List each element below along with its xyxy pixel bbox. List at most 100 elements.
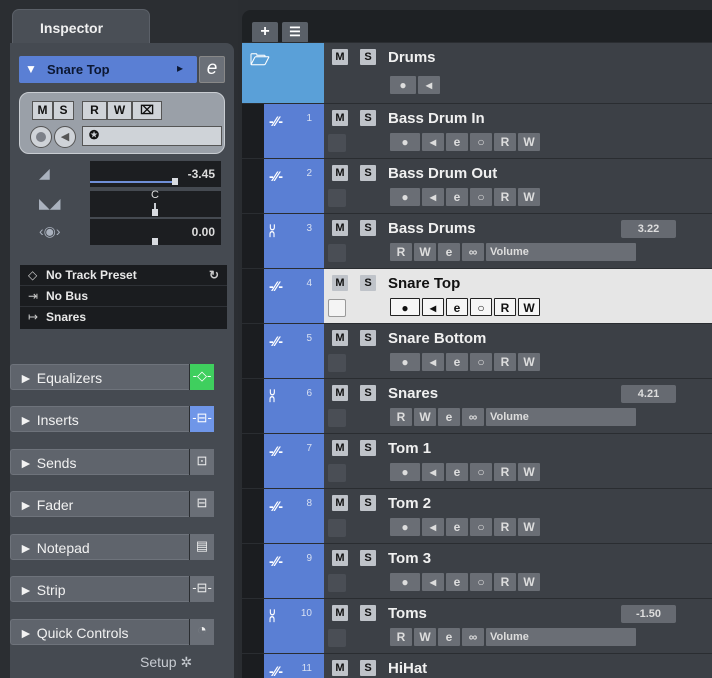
track-checkbox[interactable] bbox=[328, 244, 346, 262]
track-row-1[interactable]: -⁄⁄- 1 M S Bass Drum In ● ◂ e ○ R W bbox=[242, 103, 712, 158]
read-button[interactable]: R bbox=[494, 573, 516, 591]
freeze-icon[interactable]: ⌧ bbox=[132, 101, 162, 120]
expand-arrow-icon[interactable]: ▸ bbox=[177, 61, 183, 75]
solo-button[interactable]: S bbox=[360, 550, 376, 566]
input-bus-row[interactable]: ⇥ No Bus bbox=[20, 286, 227, 307]
output-bus-row[interactable]: ↦ Snares bbox=[20, 307, 227, 327]
mute-button[interactable]: M bbox=[332, 385, 348, 401]
record-enable-icon[interactable]: ● bbox=[390, 573, 420, 591]
edit-e-icon[interactable]: e bbox=[446, 298, 468, 316]
record-enable-icon[interactable]: ● bbox=[390, 463, 420, 481]
add-track-icon[interactable]: + bbox=[252, 22, 278, 43]
track-checkbox[interactable] bbox=[328, 464, 346, 482]
mute-button[interactable]: M bbox=[332, 605, 348, 621]
lane-icon[interactable]: ○ bbox=[470, 188, 492, 206]
write-automation-button[interactable]: W bbox=[107, 101, 132, 120]
read-button[interactable]: R bbox=[494, 353, 516, 371]
input-routing-icon[interactable]: ✪ bbox=[82, 126, 222, 146]
monitor-icon[interactable]: ◂ bbox=[422, 353, 444, 371]
lane-icon[interactable]: ○ bbox=[470, 573, 492, 591]
edit-e-icon[interactable]: e bbox=[446, 463, 468, 481]
track-row-7[interactable]: -⁄⁄- 7 M S Tom 1 ● ◂ e ○ R W bbox=[242, 433, 712, 488]
track-name[interactable]: Bass Drum In bbox=[388, 110, 485, 127]
solo-button[interactable]: S bbox=[360, 275, 376, 291]
automation-param[interactable]: Volume bbox=[486, 408, 636, 426]
monitor-icon[interactable]: ◂ bbox=[422, 463, 444, 481]
write-button[interactable]: W bbox=[518, 573, 540, 591]
read-button[interactable]: R bbox=[494, 518, 516, 536]
group-value[interactable]: -1.50 bbox=[621, 605, 676, 623]
quick-controls-icon[interactable]: ◔ bbox=[189, 619, 214, 645]
section-equalizers[interactable]: ► Equalizers -◇- bbox=[10, 364, 214, 390]
monitor-icon[interactable]: ◂ bbox=[422, 298, 444, 316]
track-name[interactable]: Tom 2 bbox=[388, 495, 431, 512]
track-row-9[interactable]: -⁄⁄- 9 M S Tom 3 ● ◂ e ○ R W bbox=[242, 543, 712, 598]
record-enable-icon[interactable]: ● bbox=[390, 76, 416, 94]
record-enable-button[interactable] bbox=[30, 126, 52, 148]
edit-e-icon[interactable]: e bbox=[446, 518, 468, 536]
edit-e-icon[interactable]: e bbox=[438, 628, 460, 646]
track-name[interactable]: Tom 1 bbox=[388, 440, 431, 457]
mute-button[interactable]: M bbox=[332, 660, 348, 676]
solo-button[interactable]: S bbox=[360, 330, 376, 346]
group-value[interactable]: 4.21 bbox=[621, 385, 676, 403]
group-value[interactable]: 3.22 bbox=[621, 220, 676, 238]
track-name[interactable]: Bass Drum Out bbox=[388, 165, 497, 182]
read-button[interactable]: R bbox=[494, 133, 516, 151]
record-enable-icon[interactable]: ● bbox=[390, 518, 420, 536]
sends-icon[interactable]: ⊡ bbox=[189, 449, 214, 475]
solo-button[interactable]: S bbox=[360, 440, 376, 456]
read-button[interactable]: R bbox=[494, 298, 516, 316]
track-row-3[interactable]: ⩆ 3 M S Bass Drums R We ∞ Volume 3.22 bbox=[242, 213, 712, 268]
write-button[interactable]: W bbox=[518, 463, 540, 481]
link-icon[interactable]: ∞ bbox=[462, 243, 484, 261]
mute-button[interactable]: M bbox=[332, 550, 348, 566]
monitor-icon[interactable]: ◂ bbox=[422, 573, 444, 591]
notepad-icon[interactable]: ▤ bbox=[189, 534, 214, 560]
section-notepad[interactable]: ► Notepad ▤ bbox=[10, 534, 214, 560]
mute-button[interactable]: M bbox=[332, 165, 348, 181]
track-checkbox[interactable] bbox=[328, 299, 346, 317]
strip-icon[interactable]: -⊟- bbox=[189, 576, 214, 602]
read-button[interactable]: R bbox=[494, 463, 516, 481]
write-button[interactable]: W bbox=[518, 353, 540, 371]
read-button[interactable]: R bbox=[494, 188, 516, 206]
track-name[interactable]: HiHat bbox=[388, 660, 427, 677]
track-row-8[interactable]: -⁄⁄- 8 M S Tom 2 ● ◂ e ○ R W bbox=[242, 488, 712, 543]
write-button[interactable]: W bbox=[414, 243, 436, 261]
solo-button[interactable]: S bbox=[360, 660, 376, 676]
track-name[interactable]: Snare Top bbox=[388, 275, 460, 292]
edit-e-icon[interactable]: e bbox=[446, 188, 468, 206]
monitor-icon[interactable]: ◂ bbox=[422, 133, 444, 151]
edit-e-icon[interactable]: e bbox=[438, 243, 460, 261]
link-icon[interactable]: ∞ bbox=[462, 628, 484, 646]
track-checkbox[interactable] bbox=[328, 354, 346, 372]
track-checkbox[interactable] bbox=[328, 134, 346, 152]
fader-icon[interactable]: ⊟ bbox=[189, 491, 214, 517]
monitor-icon[interactable]: ◂ bbox=[418, 76, 440, 94]
track-row-folder[interactable]: 🗁 M S Drums ● ◂ bbox=[242, 42, 712, 103]
track-checkbox[interactable] bbox=[328, 519, 346, 537]
solo-button[interactable]: S bbox=[360, 605, 376, 621]
record-enable-icon[interactable]: ● bbox=[390, 133, 420, 151]
pan-control[interactable]: C bbox=[90, 189, 221, 217]
track-name[interactable]: Bass Drums bbox=[388, 220, 476, 237]
write-button[interactable]: W bbox=[518, 518, 540, 536]
track-row-6[interactable]: ⩆ 6 M S Snares R We ∞ Volume 4.21 bbox=[242, 378, 712, 433]
solo-button[interactable]: S bbox=[360, 385, 376, 401]
eq-icon[interactable]: -◇- bbox=[189, 364, 214, 390]
automation-param[interactable]: Volume bbox=[486, 628, 636, 646]
mute-button[interactable]: M bbox=[332, 495, 348, 511]
section-strip[interactable]: ► Strip -⊟- bbox=[10, 576, 214, 602]
solo-button[interactable]: S bbox=[360, 110, 376, 126]
track-row-10[interactable]: ⩆ 10 M S Toms R We ∞ Volume -1.50 bbox=[242, 598, 712, 653]
write-button[interactable]: W bbox=[518, 133, 540, 151]
lane-icon[interactable]: ○ bbox=[470, 133, 492, 151]
track-checkbox[interactable] bbox=[328, 189, 346, 207]
solo-button[interactable]: S bbox=[360, 165, 376, 181]
record-enable-icon[interactable]: ● bbox=[390, 188, 420, 206]
track-presets-icon[interactable]: ☰ bbox=[282, 22, 308, 43]
edit-e-icon[interactable]: e bbox=[438, 408, 460, 426]
mute-button[interactable]: M bbox=[332, 220, 348, 236]
write-button[interactable]: W bbox=[414, 628, 436, 646]
